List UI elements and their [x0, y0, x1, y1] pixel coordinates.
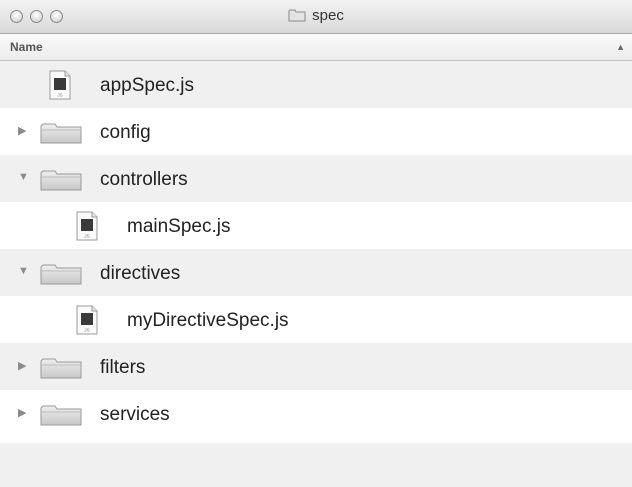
js-file-icon: JS	[48, 70, 72, 105]
svg-text:JS: JS	[84, 328, 89, 333]
folder-row[interactable]: ▶ config	[0, 108, 632, 155]
finder-window: spec Name ▲ JS appSpec.js ▶ config ▼ controll…	[0, 0, 632, 487]
disclosure-collapsed-icon[interactable]: ▶	[18, 359, 26, 372]
folder-row[interactable]: ▶ services	[0, 390, 632, 437]
item-name: services	[100, 404, 170, 425]
sort-ascending-icon: ▲	[616, 42, 625, 52]
item-name: directives	[100, 263, 181, 284]
folder-row[interactable]: ▶ filters	[0, 343, 632, 390]
svg-text:JS: JS	[57, 93, 62, 98]
window-title-text: spec	[312, 7, 344, 24]
empty-list-area	[0, 443, 632, 487]
file-row[interactable]: JS mainSpec.js	[0, 202, 632, 249]
title-bar: spec	[0, 0, 632, 34]
item-name: controllers	[100, 169, 188, 190]
disclosure-expanded-icon[interactable]: ▼	[18, 265, 29, 277]
svg-text:JS: JS	[84, 234, 89, 239]
disclosure-expanded-icon[interactable]: ▼	[18, 171, 29, 183]
file-row[interactable]: JS appSpec.js	[0, 61, 632, 108]
folder-row[interactable]: ▼ directives	[0, 249, 632, 296]
folder-icon	[288, 8, 306, 26]
js-file-icon: JS	[75, 305, 99, 340]
file-row[interactable]: JS myDirectiveSpec.js	[0, 296, 632, 343]
folder-row[interactable]: ▼ controllers	[0, 155, 632, 202]
item-name: filters	[100, 357, 146, 378]
item-name: appSpec.js	[100, 75, 195, 96]
disclosure-collapsed-icon[interactable]: ▶	[18, 406, 26, 419]
column-header-label: Name	[10, 40, 43, 54]
window-title: spec	[0, 7, 632, 26]
folder-icon	[40, 404, 82, 431]
file-list: JS appSpec.js ▶ config ▼ controllers JS mainSpe…	[0, 61, 632, 437]
folder-icon	[40, 169, 82, 196]
folder-icon	[40, 263, 82, 290]
item-name: mainSpec.js	[127, 216, 231, 237]
folder-icon	[40, 357, 82, 384]
item-name: config	[100, 122, 151, 143]
column-header-name[interactable]: Name ▲	[0, 34, 632, 61]
item-name: myDirectiveSpec.js	[127, 310, 289, 331]
disclosure-collapsed-icon[interactable]: ▶	[18, 124, 26, 137]
folder-icon	[40, 122, 82, 149]
js-file-icon: JS	[75, 211, 99, 246]
